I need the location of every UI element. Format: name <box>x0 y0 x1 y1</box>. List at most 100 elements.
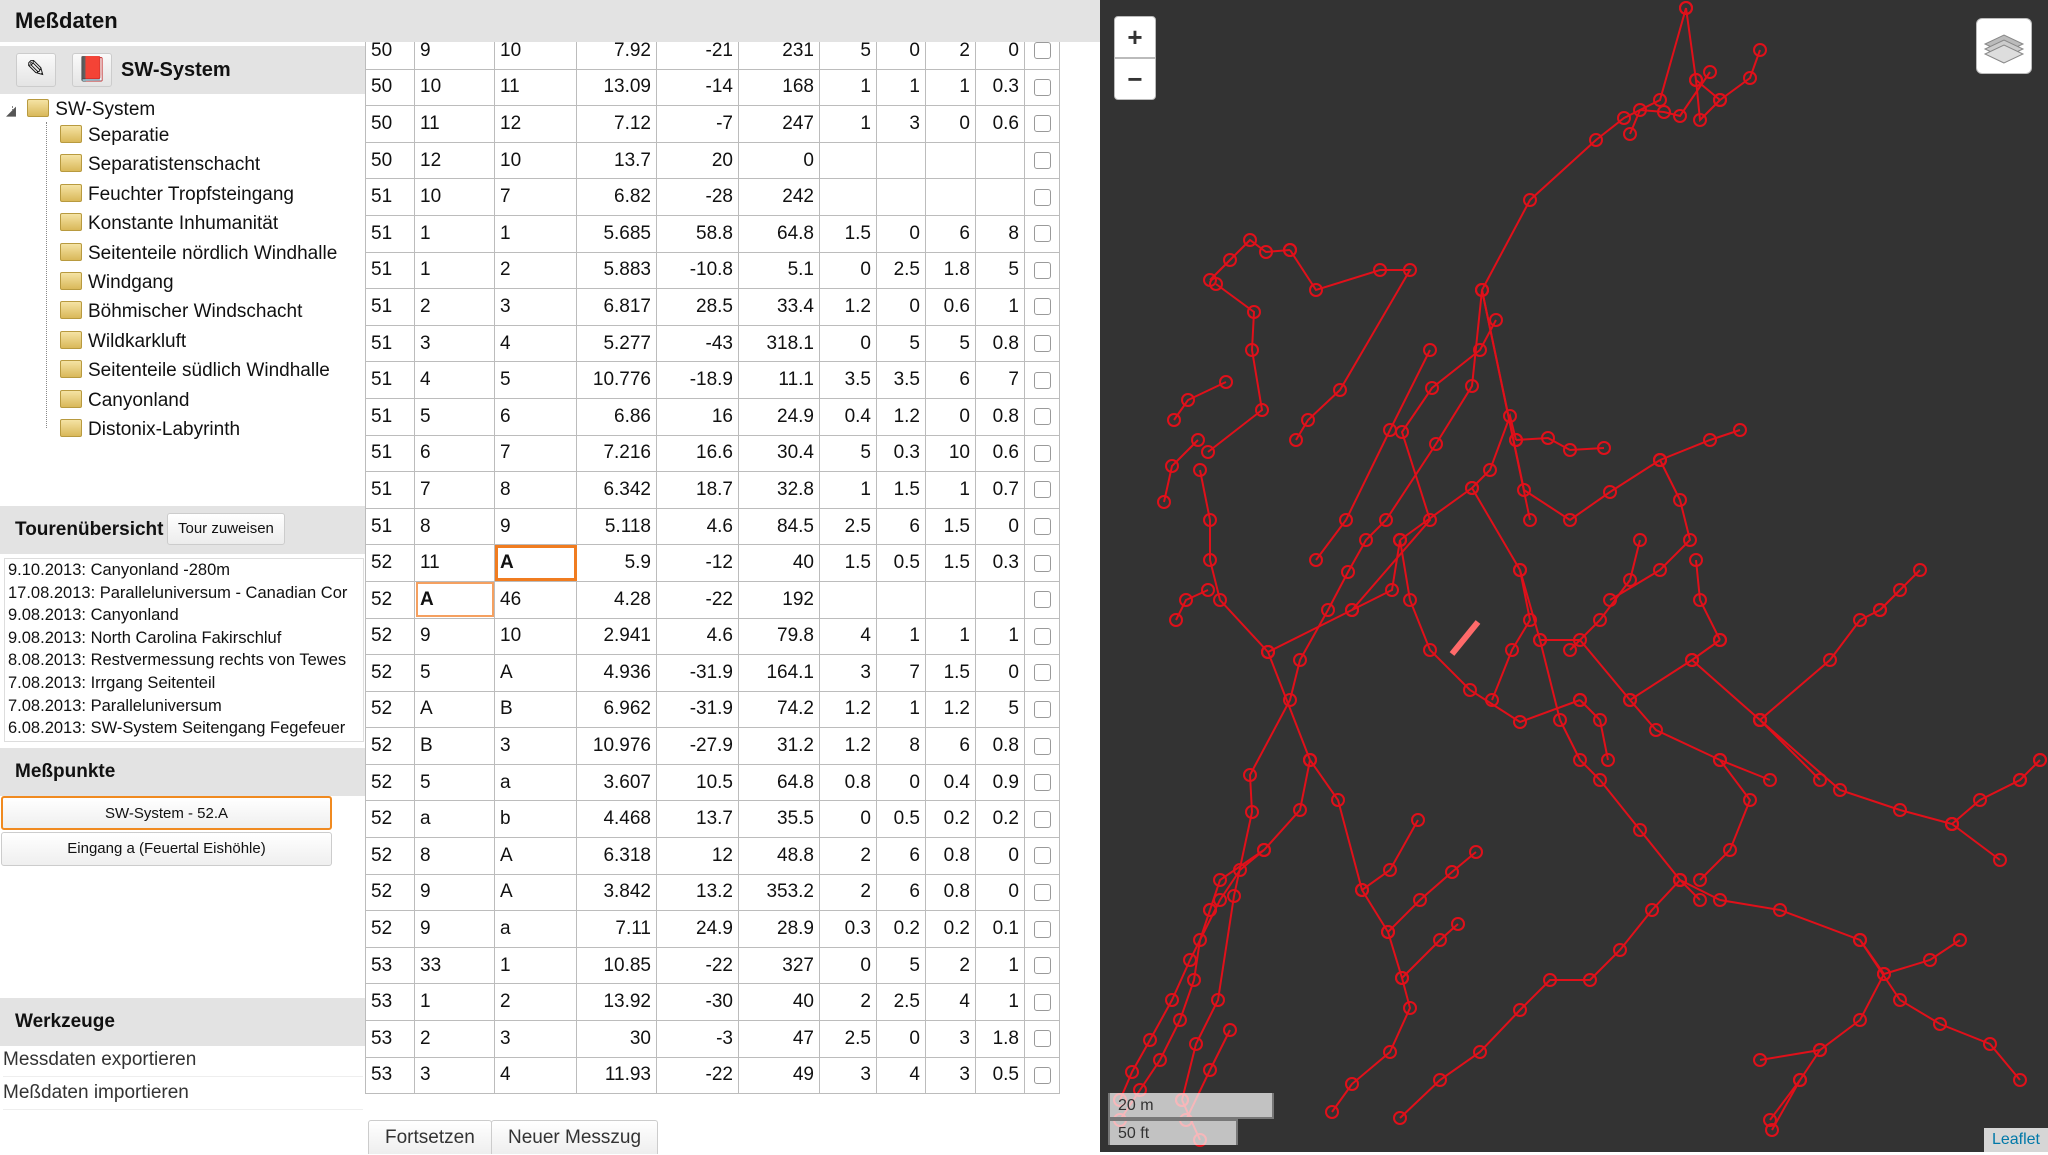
row-checkbox[interactable] <box>1033 408 1051 426</box>
table-cell[interactable]: 2 <box>819 983 877 1022</box>
table-cell[interactable]: 31.2 <box>738 727 820 765</box>
row-checkbox[interactable] <box>1033 847 1051 865</box>
table-cell[interactable]: 0.2 <box>925 800 976 839</box>
table-cell[interactable]: 0.1 <box>975 910 1025 948</box>
table-cell[interactable]: 24.9 <box>738 397 820 436</box>
table-cell[interactable]: A <box>494 837 577 875</box>
row-checkbox[interactable] <box>1033 115 1051 133</box>
table-cell[interactable]: 3 <box>925 1020 976 1058</box>
table-cell[interactable]: 52 <box>365 910 415 948</box>
table-row[interactable]: 52 9 A 3.842 13.2 353.2 2 6 0.8 0 <box>365 873 1060 912</box>
table-cell[interactable]: 6.342 <box>576 471 657 509</box>
table-cell[interactable]: 5 <box>414 654 495 692</box>
table-cell[interactable] <box>975 178 1025 216</box>
table-cell[interactable]: 0.8 <box>975 397 1025 436</box>
table-cell[interactable]: 5.9 <box>576 544 657 582</box>
table-cell[interactable]: 4 <box>925 983 976 1022</box>
zoom-in-button[interactable]: + <box>1114 16 1156 58</box>
table-cell[interactable]: 52 <box>365 654 415 692</box>
table-cell[interactable]: 52 <box>365 763 415 802</box>
table-cell[interactable]: 1.2 <box>819 727 877 765</box>
table-cell[interactable]: 28.5 <box>656 288 739 326</box>
table-cell[interactable]: 52 <box>365 617 415 656</box>
table-cell[interactable]: 28.9 <box>738 910 820 948</box>
table-cell[interactable]: 1.2 <box>819 288 877 326</box>
table-cell[interactable]: 6.817 <box>576 288 657 326</box>
table-cell[interactable]: 0.6 <box>975 434 1025 473</box>
table-cell[interactable]: 52 <box>365 800 415 839</box>
table-cell[interactable]: 0.5 <box>876 544 926 582</box>
table-cell[interactable]: 3.5 <box>819 361 877 399</box>
table-cell[interactable]: 10 <box>494 617 577 656</box>
table-cell[interactable]: 0.4 <box>819 397 877 436</box>
table-cell[interactable]: 1 <box>819 471 877 509</box>
table-cell[interactable]: 3 <box>819 1056 877 1095</box>
row-checkbox[interactable] <box>1033 188 1051 206</box>
table-cell[interactable]: 5 <box>975 251 1025 290</box>
table-cell[interactable]: 1 <box>975 617 1025 656</box>
table-cell[interactable]: 10 <box>925 434 976 473</box>
table-cell[interactable]: 51 <box>365 507 415 546</box>
table-cell[interactable]: 46 <box>494 580 577 619</box>
table-cell[interactable]: 7.11 <box>576 910 657 948</box>
table-cell[interactable] <box>975 141 1025 180</box>
row-checkbox[interactable] <box>1033 298 1051 316</box>
tour-list[interactable]: 9.10.2013: Canyonland -280m 17.08.2013: P… <box>4 558 364 742</box>
table-cell[interactable]: 4.6 <box>656 617 739 656</box>
tour-item[interactable]: 7.08.2013: Irrgang Seitenteil <box>5 672 363 695</box>
table-cell[interactable]: 6 <box>925 727 976 765</box>
table-row[interactable]: 51 1 1 5.685 58.8 64.8 1.5 0 6 8 <box>365 214 1060 253</box>
row-checkbox[interactable] <box>1033 664 1051 682</box>
table-cell[interactable]: 4.468 <box>576 800 657 839</box>
table-cell[interactable]: 164.1 <box>738 654 820 692</box>
tree-folder[interactable]: Separatie <box>60 122 169 150</box>
table-cell[interactable]: 0.8 <box>819 763 877 802</box>
row-checkbox[interactable] <box>1033 444 1051 462</box>
table-cell[interactable]: 192 <box>738 580 820 619</box>
table-cell[interactable]: 0.6 <box>975 105 1025 143</box>
table-cell[interactable]: 6 <box>876 507 926 546</box>
table-cell[interactable]: 51 <box>365 288 415 326</box>
table-cell[interactable]: 6 <box>876 837 926 875</box>
table-cell[interactable]: 8 <box>494 471 577 509</box>
table-cell[interactable]: 0.3 <box>975 544 1025 582</box>
table-cell[interactable]: 13.09 <box>576 68 657 107</box>
table-cell[interactable]: 50 <box>365 105 415 143</box>
table-cell[interactable]: 6 <box>494 397 577 436</box>
table-cell[interactable]: 0.5 <box>975 1056 1025 1095</box>
table-cell[interactable]: a <box>494 910 577 948</box>
table-cell[interactable]: 1.8 <box>925 251 976 290</box>
table-row[interactable]: 53 3 4 11.93 -22 49 3 4 3 0.5 <box>365 1056 1060 1095</box>
table-cell[interactable]: 33 <box>414 946 495 985</box>
table-cell[interactable] <box>819 580 877 619</box>
row-checkbox[interactable] <box>1033 481 1051 499</box>
table-cell[interactable]: 13.7 <box>576 141 657 180</box>
tour-item[interactable]: 6.08.2013: SW-System Seitengang Fegefeue… <box>5 717 363 740</box>
table-row[interactable]: 51 10 7 6.82 -28 242 <box>365 178 1060 216</box>
table-cell[interactable]: 1 <box>975 983 1025 1022</box>
table-cell[interactable]: 0 <box>876 1020 926 1058</box>
table-cell[interactable]: 9 <box>494 507 577 546</box>
table-cell[interactable]: -30 <box>656 983 739 1022</box>
table-row[interactable]: 53 2 3 30 -3 47 2.5 0 3 1.8 <box>365 1020 1060 1058</box>
row-checkbox[interactable] <box>1033 554 1051 572</box>
table-cell[interactable]: 5.685 <box>576 214 657 253</box>
table-cell[interactable]: 49 <box>738 1056 820 1095</box>
zoom-out-button[interactable]: − <box>1114 58 1156 100</box>
table-cell[interactable]: 79.8 <box>738 617 820 656</box>
table-cell[interactable]: 0.5 <box>876 800 926 839</box>
table-cell[interactable]: 7.216 <box>576 434 657 473</box>
table-cell[interactable]: 13.7 <box>656 800 739 839</box>
table-cell[interactable]: 16 <box>656 397 739 436</box>
table-cell[interactable]: 6.82 <box>576 178 657 216</box>
table-cell[interactable]: 2 <box>925 946 976 985</box>
table-cell[interactable]: 8 <box>876 727 926 765</box>
table-cell[interactable]: 52 <box>365 873 415 912</box>
table-cell[interactable]: 11 <box>414 105 495 143</box>
row-checkbox[interactable] <box>1033 518 1051 535</box>
row-checkbox[interactable] <box>1033 883 1051 901</box>
table-cell[interactable] <box>925 178 976 216</box>
table-row[interactable]: 52 9 10 2.941 4.6 79.8 4 1 1 1 <box>365 617 1060 656</box>
tour-item[interactable]: 8.08.2013: Restvermessung rechts von Tew… <box>5 649 363 672</box>
row-checkbox[interactable] <box>1033 225 1051 243</box>
